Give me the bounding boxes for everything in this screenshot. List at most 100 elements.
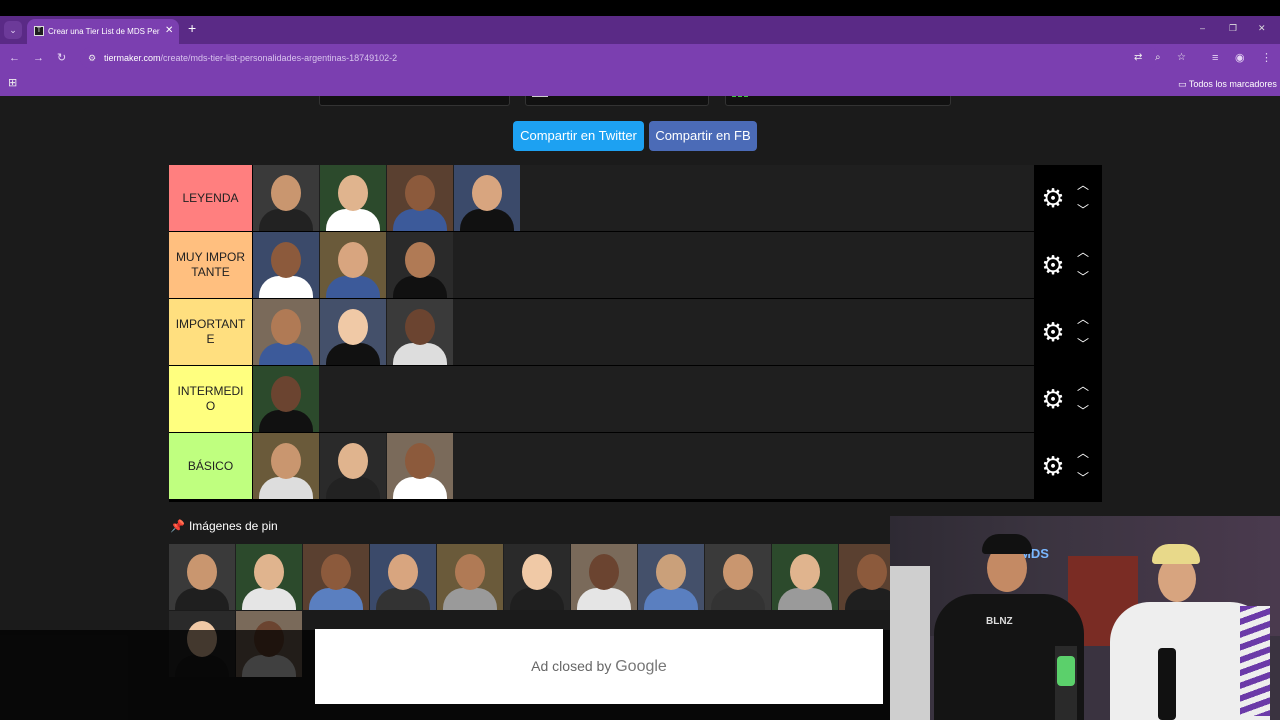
- tier-items-dropzone[interactable]: [253, 433, 1034, 499]
- active-tab[interactable]: T Crear una Tier List de MDS Personalida…: [27, 19, 179, 44]
- webcam-overlay: MDS BLNZ: [890, 516, 1280, 720]
- move-tier-down-icon[interactable]: ﹀: [1074, 404, 1092, 418]
- download-icon: [532, 96, 548, 97]
- tier-row: BÁSICO ⚙ ︿ ﹀: [169, 433, 1102, 499]
- move-tier-down-icon[interactable]: ﹀: [1074, 471, 1092, 485]
- close-window-icon[interactable]: ✕: [1258, 21, 1266, 35]
- tier-item-image[interactable]: [387, 433, 453, 499]
- apps-grid-icon[interactable]: ⊞: [8, 77, 17, 90]
- tier-items-dropzone[interactable]: [253, 366, 1034, 432]
- tier-label[interactable]: BÁSICO: [169, 433, 252, 499]
- pin-title-text: Imágenes de pin: [188, 519, 278, 533]
- tier-item-image[interactable]: [320, 165, 386, 231]
- tier-item-image[interactable]: [253, 165, 319, 231]
- tier-item-image[interactable]: [320, 299, 386, 365]
- pin-image[interactable]: [638, 544, 704, 610]
- pin-image[interactable]: [571, 544, 637, 610]
- download-button-2[interactable]: [525, 96, 709, 106]
- all-bookmarks-folder[interactable]: ▭ Todos los marcadores: [1178, 77, 1277, 91]
- tier-settings-gear-icon[interactable]: ⚙: [1040, 453, 1066, 479]
- zoom-icon[interactable]: ⌕: [1155, 52, 1161, 64]
- tab-search-icon[interactable]: ⌄: [4, 21, 22, 39]
- url-input[interactable]: ⚙ tiermaker.com/create/mds-tier-list-per…: [80, 47, 1186, 69]
- pin-image[interactable]: [370, 544, 436, 610]
- tier-item-image[interactable]: [253, 433, 319, 499]
- tier-row: IMPORTANTE ⚙ ︿ ﹀: [169, 299, 1102, 365]
- person-2-stripes: [1240, 606, 1270, 716]
- bottle: [1158, 648, 1176, 720]
- pin-image[interactable]: [236, 544, 302, 610]
- person-2-cap: [1152, 544, 1200, 564]
- tier-controls: ⚙ ︿ ﹀: [1034, 366, 1102, 432]
- restore-icon[interactable]: ❐: [1229, 21, 1237, 35]
- tier-item-image[interactable]: [454, 165, 520, 231]
- download-button-3[interactable]: [725, 96, 951, 106]
- share-facebook-button[interactable]: Compartir en FB: [649, 121, 757, 151]
- move-tier-up-icon[interactable]: ︿: [1074, 312, 1092, 326]
- tier-row: MUY IMPORTANTE ⚙ ︿ ﹀: [169, 232, 1102, 298]
- tier-item-image[interactable]: [320, 232, 386, 298]
- move-tier-down-icon[interactable]: ﹀: [1074, 270, 1092, 284]
- pin-image[interactable]: [437, 544, 503, 610]
- tier-settings-gear-icon[interactable]: ⚙: [1040, 252, 1066, 278]
- tier-item-image[interactable]: [387, 232, 453, 298]
- page-content: Compartir en Twitter Compartir en FB LEY…: [0, 96, 1280, 720]
- profile-avatar-icon[interactable]: ◉: [1235, 51, 1245, 65]
- tier-label[interactable]: LEYENDA: [169, 165, 252, 231]
- tier-item-image[interactable]: [253, 366, 319, 432]
- translate-icon[interactable]: ⇄: [1134, 52, 1142, 64]
- reading-list-icon[interactable]: ≡: [1212, 51, 1218, 65]
- ad-closed-banner: Ad closed by Google: [315, 629, 883, 704]
- tier-item-image[interactable]: [253, 232, 319, 298]
- reload-icon[interactable]: ↻: [57, 51, 66, 65]
- share-twitter-button[interactable]: Compartir en Twitter: [513, 121, 644, 151]
- all-bookmarks-label: Todos los marcadores: [1188, 79, 1277, 89]
- pin-image[interactable]: [772, 544, 838, 610]
- tier-items-dropzone[interactable]: [253, 232, 1034, 298]
- tab-close-icon[interactable]: ✕: [165, 24, 173, 38]
- pin-image[interactable]: [504, 544, 570, 610]
- tab-bar: ⌄ T Crear una Tier List de MDS Personali…: [0, 16, 1280, 44]
- tier-label[interactable]: MUY IMPORTANTE: [169, 232, 252, 298]
- tab-title: Crear una Tier List de MDS Personalidade…: [48, 27, 160, 36]
- bookmark-star-icon[interactable]: ☆: [1177, 52, 1186, 64]
- move-tier-up-icon[interactable]: ︿: [1074, 245, 1092, 259]
- site-info-icon[interactable]: ⚙: [88, 52, 96, 64]
- forward-icon[interactable]: →: [33, 51, 44, 65]
- tier-item-image[interactable]: [320, 433, 386, 499]
- pin-image[interactable]: [705, 544, 771, 610]
- move-tier-down-icon[interactable]: ﹀: [1074, 203, 1092, 217]
- tier-items-dropzone[interactable]: [253, 165, 1034, 231]
- ad-closed-text: Ad closed by Google: [315, 657, 883, 676]
- tier-controls: ⚙ ︿ ﹀: [1034, 165, 1102, 231]
- tier-list: LEYENDA ⚙ ︿ ﹀ MUY IMPORTANTE ⚙ ︿ ﹀ IMPORTANTE ⚙ ︿ ﹀…: [169, 165, 1102, 502]
- tier-label[interactable]: INTERMEDIO: [169, 366, 252, 432]
- minimize-icon[interactable]: –: [1200, 21, 1205, 35]
- move-tier-up-icon[interactable]: ︿: [1074, 446, 1092, 460]
- favicon-icon: T: [34, 26, 44, 36]
- tier-item-image[interactable]: [387, 165, 453, 231]
- pin-icon: 📌: [170, 519, 185, 533]
- tier-settings-gear-icon[interactable]: ⚙: [1040, 185, 1066, 211]
- webcam-chair: [890, 566, 930, 720]
- new-tab-icon[interactable]: +: [188, 20, 196, 36]
- menu-dots-icon[interactable]: ⋮: [1261, 51, 1272, 65]
- move-tier-down-icon[interactable]: ﹀: [1074, 337, 1092, 351]
- move-tier-up-icon[interactable]: ︿: [1074, 379, 1092, 393]
- pin-image[interactable]: [169, 544, 235, 610]
- back-icon[interactable]: ←: [9, 51, 20, 65]
- bookmarks-bar: ⊞ ▭ Todos los marcadores: [0, 72, 1280, 96]
- tier-controls: ⚙ ︿ ﹀: [1034, 232, 1102, 298]
- tier-item-image[interactable]: [387, 299, 453, 365]
- tier-items-dropzone[interactable]: [253, 299, 1034, 365]
- screen: ⌄ T Crear una Tier List de MDS Personali…: [0, 0, 1280, 720]
- tier-item-image[interactable]: [253, 299, 319, 365]
- shirt-text: BLNZ: [986, 616, 1013, 627]
- download-button-1[interactable]: [319, 96, 510, 106]
- tier-settings-gear-icon[interactable]: ⚙: [1040, 386, 1066, 412]
- pin-image[interactable]: [303, 544, 369, 610]
- tier-row: LEYENDA ⚙ ︿ ﹀: [169, 165, 1102, 231]
- tier-settings-gear-icon[interactable]: ⚙: [1040, 319, 1066, 345]
- tier-label[interactable]: IMPORTANTE: [169, 299, 252, 365]
- move-tier-up-icon[interactable]: ︿: [1074, 178, 1092, 192]
